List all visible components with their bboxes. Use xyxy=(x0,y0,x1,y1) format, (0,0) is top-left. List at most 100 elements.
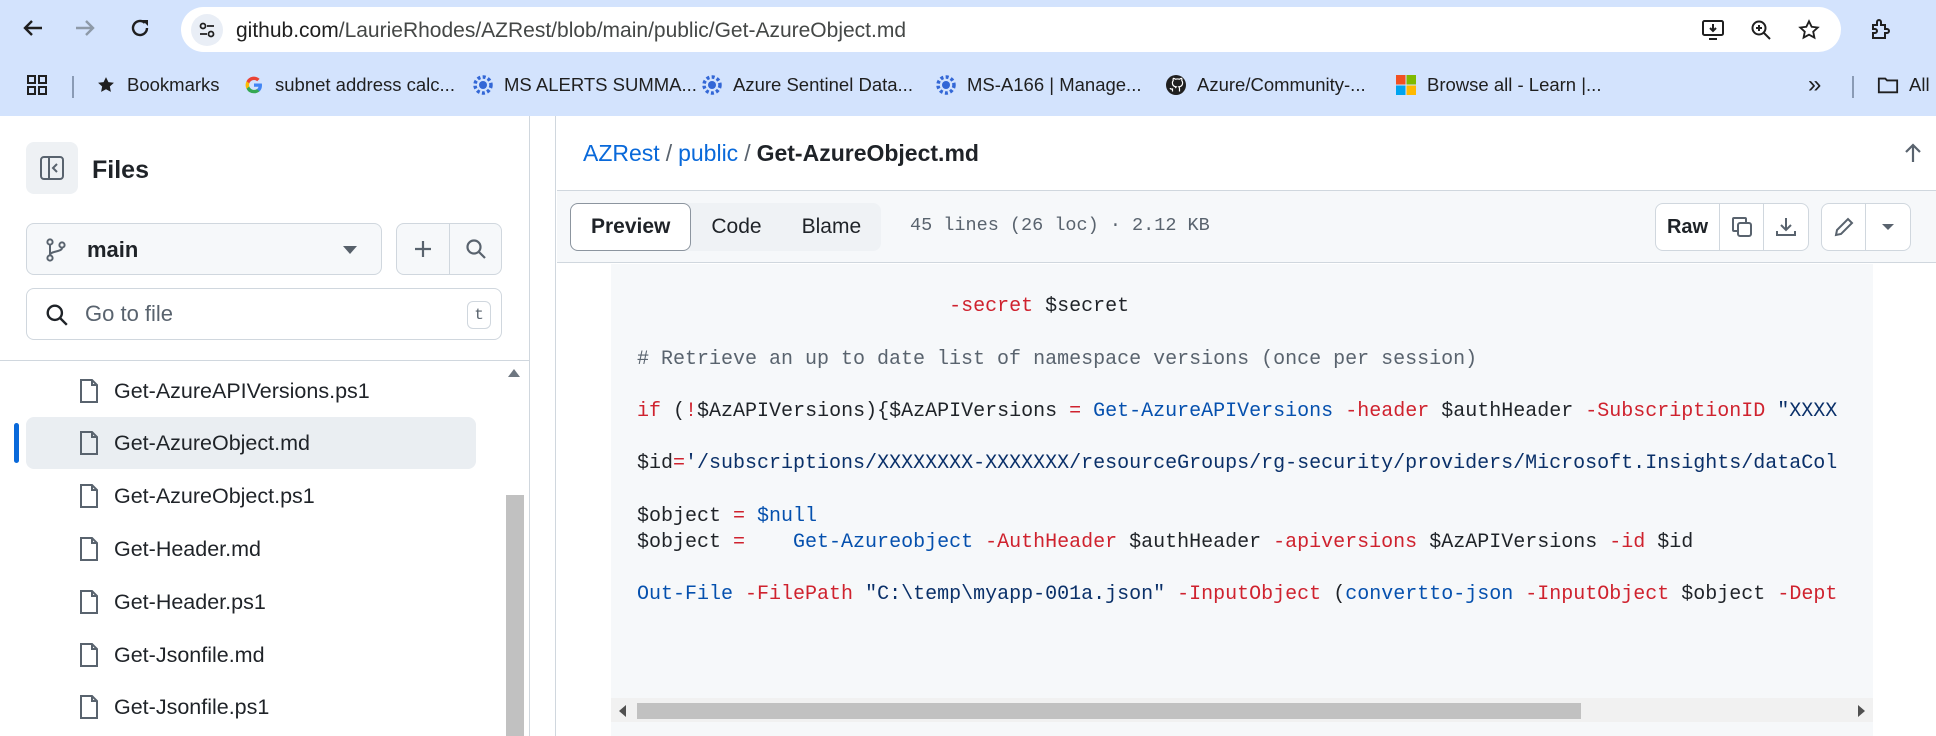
file-tree-item-active[interactable]: Get-AzureObject.md xyxy=(26,417,476,469)
code-content[interactable]: -secret $secret # Retrieve an up to date… xyxy=(637,268,1837,661)
file-icon xyxy=(78,536,100,562)
scroll-to-top-button[interactable] xyxy=(1903,142,1923,169)
reload-icon xyxy=(131,19,149,37)
bookmark-item[interactable]: Azure/Community-... xyxy=(1165,70,1366,100)
file-tree-item[interactable]: Get-AzureObject.ps1 xyxy=(26,470,476,522)
microsoft-icon xyxy=(1395,74,1417,96)
file-icon xyxy=(78,589,100,615)
copy-icon xyxy=(1731,217,1752,237)
sidebar-collapse-icon xyxy=(40,156,64,180)
file-toolbar: Preview Code Blame 45 lines (26 loc) · 2… xyxy=(557,191,1936,263)
tab-blame[interactable]: Blame xyxy=(782,203,882,251)
pane-resizer[interactable] xyxy=(530,116,556,736)
view-mode-tabs: Preview Code Blame xyxy=(570,203,882,251)
breadcrumb-current-file: Get-AzureObject.md xyxy=(756,140,979,166)
folder-icon xyxy=(1877,74,1899,96)
address-bar[interactable]: github.com/LaurieRhodes/AZRest/blob/main… xyxy=(181,7,1841,52)
collapse-sidebar-button[interactable] xyxy=(26,142,78,194)
file-icon xyxy=(78,642,100,668)
apps-button[interactable] xyxy=(26,70,48,100)
scroll-up-arrow-icon[interactable] xyxy=(508,369,520,377)
bookmark-item[interactable]: subnet address calc... xyxy=(243,70,455,100)
chevron-down-icon xyxy=(1882,224,1894,230)
code-line-out-file: Out-File -FilePath "C:\temp\myapp-001a.j… xyxy=(637,583,1838,607)
copy-raw-button[interactable] xyxy=(1720,204,1764,250)
file-name: Get-AzureObject.md xyxy=(114,430,310,455)
code-line-comment: # Retrieve an up to date list of namespa… xyxy=(637,347,1478,371)
forward-button[interactable] xyxy=(67,10,103,46)
file-tree-item[interactable]: Get-Header.ps1 xyxy=(26,576,476,628)
file-name: Get-Jsonfile.ps1 xyxy=(114,694,270,719)
download-button[interactable] xyxy=(1764,204,1808,250)
code-scrollbar-thumb[interactable] xyxy=(637,703,1581,719)
apps-grid-icon xyxy=(26,74,48,96)
all-bookmarks-label: All xyxy=(1909,74,1930,95)
tab-preview[interactable]: Preview xyxy=(570,203,692,251)
sidebar-actions xyxy=(396,223,502,275)
github-icon xyxy=(1165,74,1187,96)
code-horizontal-scrollbar[interactable] xyxy=(611,698,1873,722)
file-content-pane: AZRest / public / Get-AzureObject.md Preview… xyxy=(557,116,1936,736)
pencil-icon xyxy=(1834,217,1853,237)
bookmark-star-icon[interactable] xyxy=(1794,15,1824,45)
chevron-double-right-icon: » xyxy=(1808,71,1822,98)
site-info-button[interactable] xyxy=(191,14,223,46)
bookmark-item[interactable]: MS-A166 | Manage... xyxy=(935,70,1141,100)
bookmark-item[interactable]: Browse all - Learn |... xyxy=(1395,70,1601,100)
url-host: github.com xyxy=(236,19,339,42)
raw-button[interactable]: Raw xyxy=(1656,204,1720,250)
branch-selector[interactable]: main xyxy=(26,223,382,275)
bookmark-label: MS-A166 | Manage... xyxy=(967,74,1142,95)
file-icon xyxy=(78,694,100,720)
search-files-button[interactable] xyxy=(450,224,502,274)
breadcrumb-folder-link[interactable]: public xyxy=(678,140,738,166)
bookmark-item[interactable]: Bookmarks xyxy=(95,70,220,100)
file-tree: Get-AzureAPIVersions.ps1 Get-AzureObject… xyxy=(0,361,530,736)
code-line-if: if (!$AzAPIVersions){$AzAPIVersions = Ge… xyxy=(637,400,1838,424)
go-to-file-input[interactable] xyxy=(85,299,425,329)
add-file-button[interactable] xyxy=(397,224,449,274)
file-icon xyxy=(78,430,100,456)
bookmarks-overflow-button[interactable]: » xyxy=(1808,70,1821,100)
breadcrumb-separator: / xyxy=(744,140,751,166)
bookmark-label: Azure/Community-... xyxy=(1197,74,1366,95)
bookmark-item[interactable]: MS ALERTS SUMMA... xyxy=(472,70,697,100)
reload-button[interactable] xyxy=(122,10,158,46)
google-icon xyxy=(243,74,265,96)
bookmark-item[interactable]: Azure Sentinel Data... xyxy=(701,70,913,100)
edit-file-button[interactable] xyxy=(1822,204,1866,250)
search-icon xyxy=(466,239,486,259)
active-file-indicator xyxy=(14,423,19,463)
file-tree-sidebar: Files main t xyxy=(0,116,530,736)
file-tree-item[interactable]: Get-Jsonfile.md xyxy=(26,629,476,681)
breadcrumb-separator: / xyxy=(665,140,673,166)
zoom-icon[interactable] xyxy=(1746,15,1776,45)
tab-code[interactable]: Code xyxy=(691,203,781,251)
plus-icon xyxy=(415,241,431,257)
install-app-icon[interactable] xyxy=(1698,15,1728,45)
url-path: /LaurieRhodes/AZRest/blob/main/public/Ge… xyxy=(338,19,907,42)
scroll-right-arrow-icon[interactable] xyxy=(1858,705,1865,717)
star-icon xyxy=(95,74,117,96)
tune-icon xyxy=(199,22,215,38)
file-name: Get-Header.md xyxy=(114,536,261,561)
edit-options-button[interactable] xyxy=(1866,204,1910,250)
file-tree-item[interactable]: Get-AzureAPIVersions.ps1 xyxy=(26,365,476,417)
keyboard-shortcut-hint: t xyxy=(467,301,491,329)
all-bookmarks-button[interactable]: All xyxy=(1877,70,1930,100)
code-line-null: $object = $null xyxy=(637,504,818,528)
scroll-left-arrow-icon[interactable] xyxy=(619,705,626,717)
extensions-icon[interactable] xyxy=(1864,12,1898,46)
tree-scrollbar-thumb[interactable] xyxy=(506,495,524,736)
azure-gear-icon xyxy=(472,74,494,96)
breadcrumb-repo-link[interactable]: AZRest xyxy=(583,140,660,166)
breadcrumb: AZRest / public / Get-AzureObject.md xyxy=(583,140,979,167)
bookmark-label: subnet address calc... xyxy=(275,74,455,95)
bookmark-label: Browse all - Learn |... xyxy=(1427,74,1602,95)
file-tree-item[interactable]: Get-Header.md xyxy=(26,523,476,575)
back-button[interactable] xyxy=(15,10,51,46)
file-tree-item[interactable]: Get-Jsonfile.ps1 xyxy=(26,681,476,733)
go-to-file-field[interactable]: t xyxy=(26,288,502,340)
